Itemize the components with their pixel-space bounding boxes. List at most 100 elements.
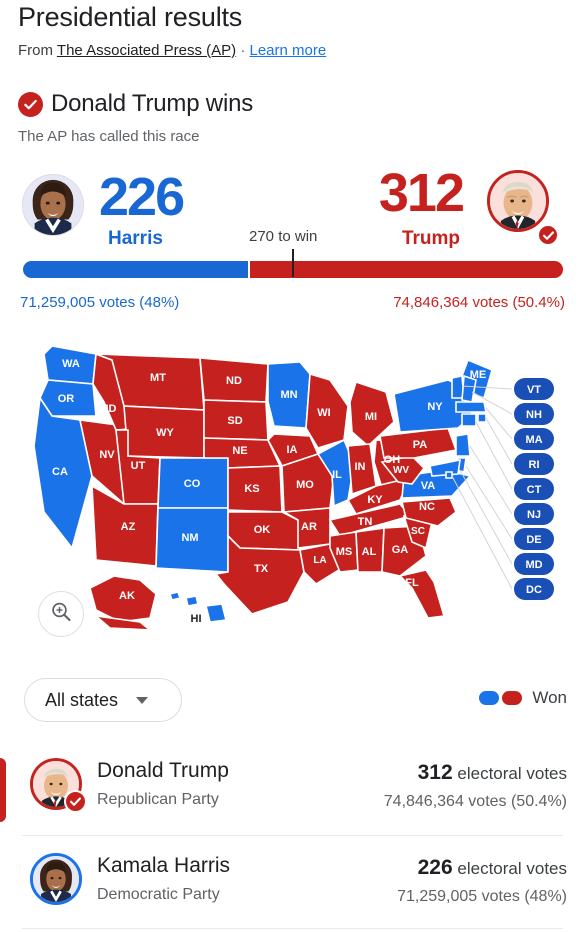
harris-bar-segment (23, 261, 249, 278)
divider (22, 928, 563, 929)
candidate-popular-votes: 71,259,005 votes (48%) (397, 888, 567, 905)
svg-text:NE: NE (232, 445, 247, 457)
harris-name: Harris (108, 228, 163, 249)
svg-text:MN: MN (280, 389, 297, 401)
candidate-party: Democratic Party (97, 886, 220, 903)
source-attribution: From The Associated Press (AP) · Learn m… (18, 42, 326, 59)
svg-text:WY: WY (156, 427, 174, 439)
state-HI3 (205, 603, 227, 623)
bubble-CT: CT (514, 478, 554, 500)
magnifier-plus-icon (49, 600, 73, 629)
svg-text:UT: UT (131, 460, 146, 472)
legend-swatch-blue (479, 691, 500, 705)
svg-text:KY: KY (367, 494, 383, 506)
learn-more-link[interactable]: Learn more (250, 42, 327, 59)
state-MD (429, 458, 461, 477)
race-called-subtitle: The AP has called this race (18, 128, 200, 145)
svg-text:GA: GA (392, 544, 409, 556)
trump-name: Trump (401, 228, 460, 249)
presidential-results-card: Presidential results From The Associated… (0, 0, 585, 932)
svg-text:OK: OK (254, 524, 271, 536)
svg-text:FL: FL (405, 577, 419, 589)
threshold-label: 270 to win (249, 228, 318, 245)
bubble-MD: MD (514, 553, 554, 575)
svg-text:MT: MT (150, 372, 166, 384)
bubble-DC: DC (514, 578, 554, 600)
state-HI2 (185, 595, 199, 607)
svg-text:CO: CO (184, 478, 201, 490)
state-RI (477, 413, 487, 423)
divider (22, 835, 563, 836)
svg-text:LA: LA (313, 555, 326, 566)
list-item[interactable]: Donald Trump Republican Party 312 electo… (0, 752, 585, 828)
electoral-vote-suffix: electoral votes (452, 859, 567, 878)
svg-text:IN: IN (355, 461, 366, 473)
svg-text:MO: MO (296, 479, 314, 491)
candidate-electoral-votes: 226 electoral votes (418, 856, 567, 880)
svg-text:ND: ND (226, 375, 242, 387)
winner-callout: Donald Trump wins (18, 90, 253, 118)
svg-text:NC: NC (419, 501, 435, 513)
svg-text:MI: MI (365, 411, 377, 423)
svg-text:NY: NY (427, 401, 443, 413)
svg-text:HI: HI (191, 613, 202, 625)
chevron-down-icon (136, 696, 149, 704)
candidate-electoral-votes: 312 electoral votes (418, 761, 567, 785)
legend-swatch-red (502, 691, 523, 705)
candidate-party: Republican Party (97, 791, 219, 808)
svg-text:RI: RI (529, 459, 540, 471)
svg-text:CT: CT (527, 484, 542, 496)
avatar (22, 174, 84, 236)
svg-text:AZ: AZ (121, 521, 136, 533)
svg-text:AR: AR (301, 521, 317, 533)
svg-text:IA: IA (287, 444, 298, 456)
candidate-popular-votes: 74,846,364 votes (50.4%) (383, 793, 567, 810)
bubble-RI: RI (514, 453, 554, 475)
trump-electoral-votes: 312 (378, 163, 465, 223)
svg-text:TN: TN (358, 516, 373, 528)
svg-text:IL: IL (332, 469, 342, 481)
svg-text:WI: WI (317, 407, 330, 419)
list-item[interactable]: Kamala Harris Democratic Party 226 elect… (0, 847, 585, 923)
page-title: Presidential results (18, 2, 243, 32)
bubble-VT: VT (514, 378, 554, 400)
bubble-NJ: NJ (514, 503, 554, 525)
legend-label: Won (532, 688, 567, 707)
svg-text:PA: PA (413, 439, 428, 451)
svg-text:TX: TX (254, 563, 269, 575)
svg-text:DE: DE (526, 534, 541, 546)
state-MA (455, 401, 487, 413)
electoral-vote-count: 312 (417, 761, 453, 784)
svg-text:OR: OR (58, 393, 75, 405)
state-NJ (455, 433, 471, 457)
svg-text:MS: MS (336, 546, 353, 558)
state-HI (168, 591, 182, 601)
candidate-name: Donald Trump (97, 759, 229, 782)
svg-text:AL: AL (362, 546, 377, 558)
state-DC (445, 471, 453, 479)
svg-text:ID: ID (106, 403, 117, 415)
svg-text:NM: NM (181, 532, 198, 544)
svg-text:KS: KS (244, 483, 259, 495)
svg-text:MA: MA (525, 434, 542, 446)
from-label: From (18, 42, 57, 59)
harris-electoral-votes: 226 (99, 167, 185, 227)
svg-text:ME: ME (470, 369, 487, 381)
svg-text:SC: SC (411, 526, 425, 537)
avatar (30, 853, 82, 905)
winner-check-icon (64, 790, 87, 813)
trump-bar-segment (250, 261, 563, 278)
winner-check-icon (537, 224, 559, 246)
state-filter-dropdown[interactable]: All states (24, 678, 182, 722)
map-zoom-in-button[interactable] (38, 591, 84, 637)
electoral-vote-count: 226 (417, 856, 453, 879)
svg-text:WA: WA (62, 358, 80, 370)
svg-text:CA: CA (52, 466, 68, 478)
avatar (487, 170, 549, 232)
svg-text:VT: VT (527, 384, 541, 396)
electoral-map[interactable]: VT NH MA RI CT NJ DE MD DC WA OR CA NV I… (0, 336, 585, 648)
state-bubbles: VT NH MA RI CT NJ DE MD DC (514, 378, 554, 600)
bubble-DE: DE (514, 528, 554, 550)
source-name: The Associated Press (AP) (56, 42, 237, 59)
threshold-tick (292, 249, 294, 277)
